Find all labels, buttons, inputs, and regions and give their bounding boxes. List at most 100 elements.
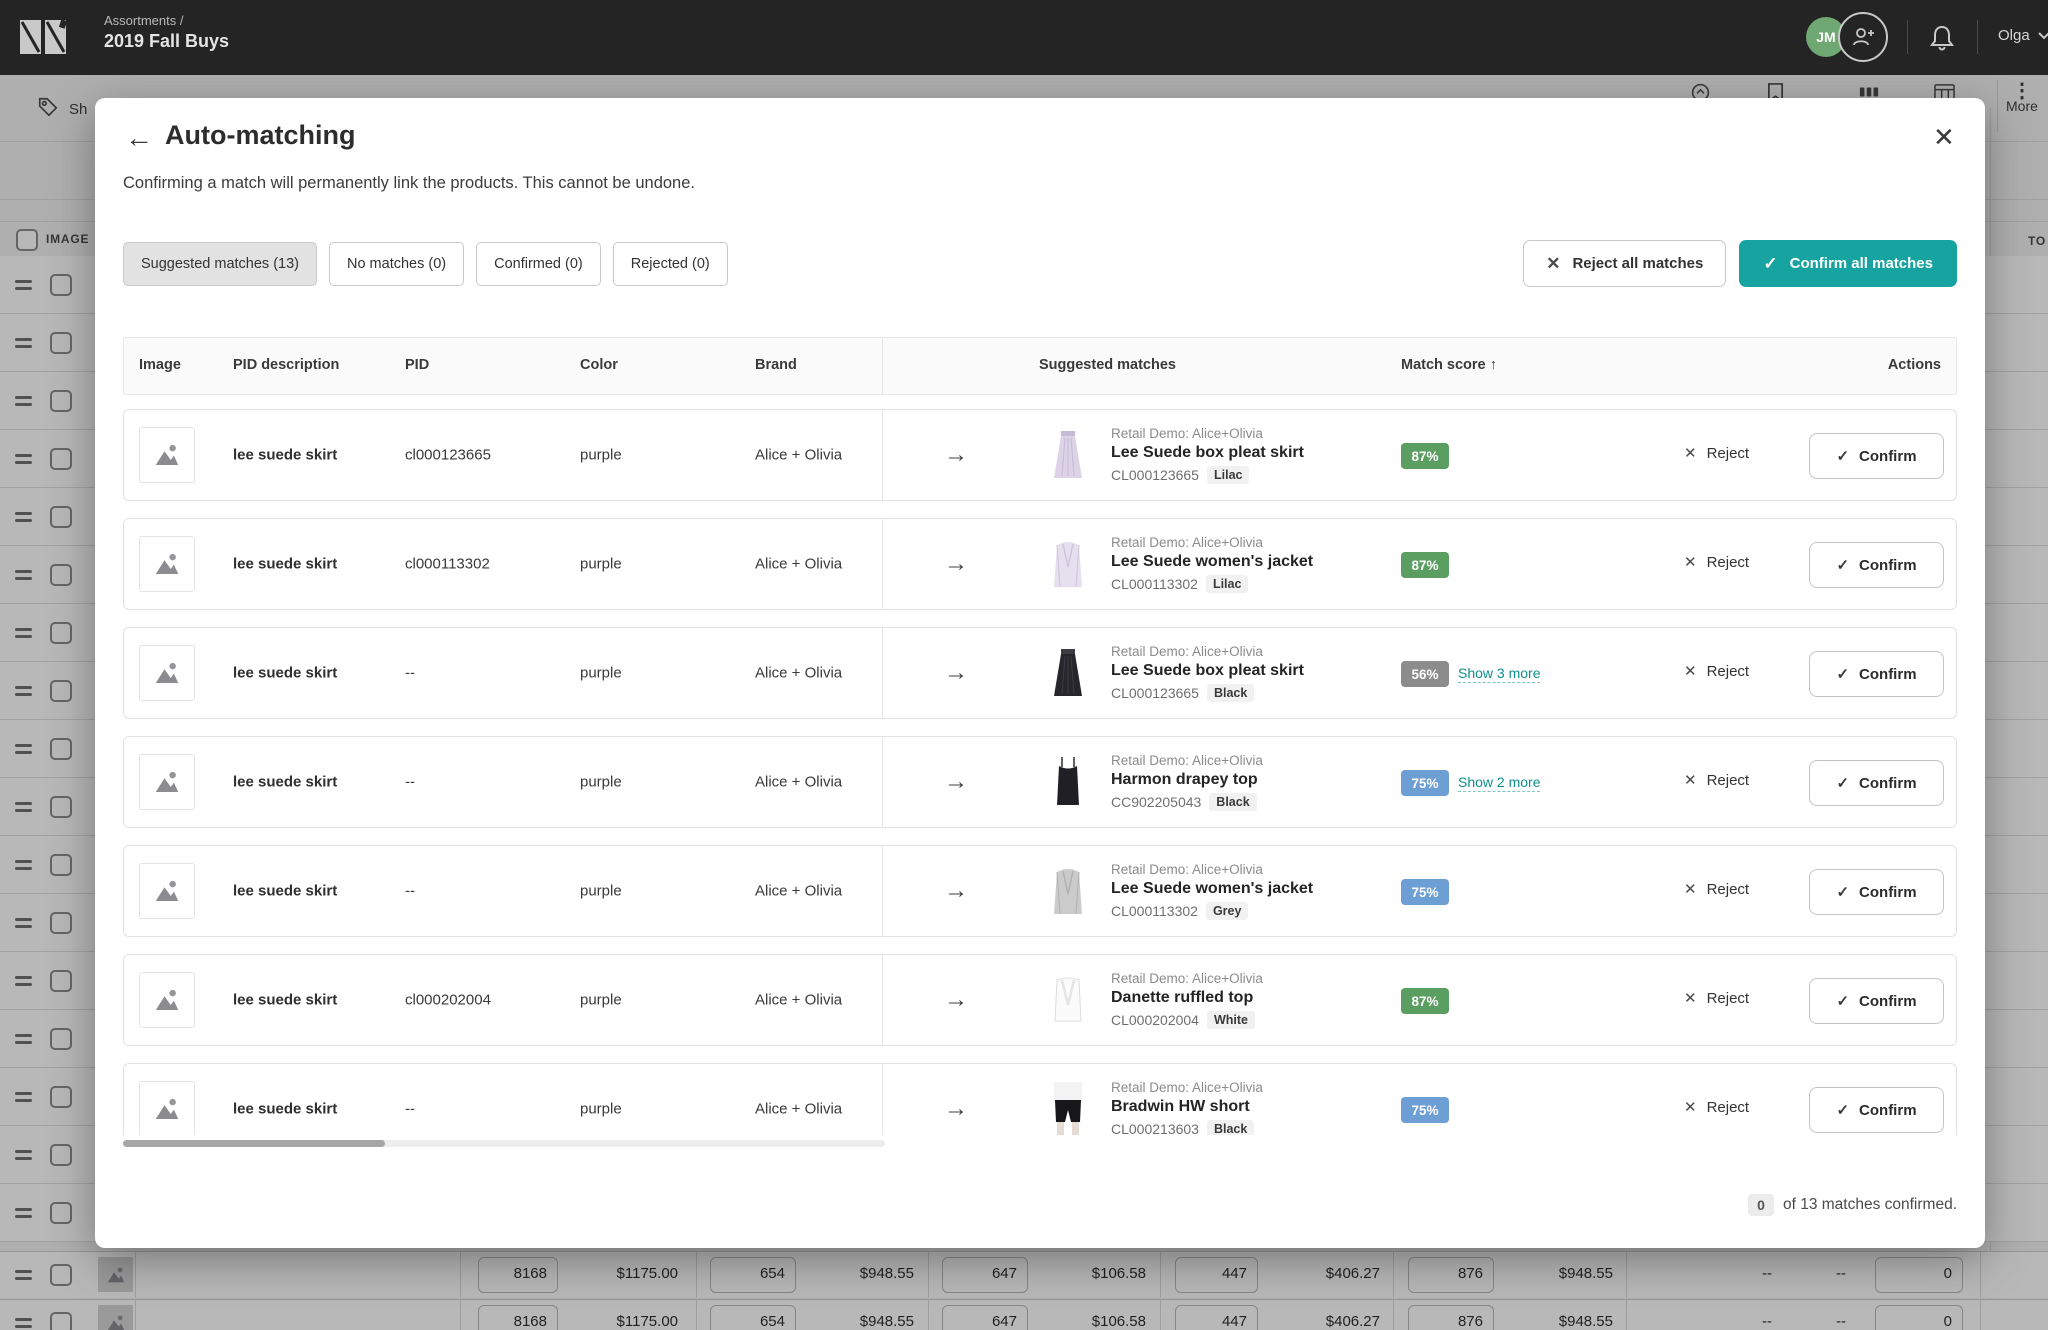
match-thumbnail [1049,537,1087,591]
match-retailer: Retail Demo: Alice+Olivia [1111,644,1396,659]
row-divider [882,846,883,936]
confirm-button[interactable]: ✓ Confirm [1809,542,1944,588]
x-icon: ✕ [1684,444,1697,462]
match-details: Retail Demo: Alice+Olivia Bradwin HW sho… [1111,1080,1396,1135]
row-divider [882,737,883,827]
notifications-bell-icon[interactable] [1928,23,1956,58]
x-icon: ✕ [1546,254,1560,274]
check-icon: ✓ [1836,992,1849,1010]
app-logo-icon[interactable] [18,16,70,63]
pid-cell: cl000123665 [405,447,491,464]
col-brand: Brand [755,357,797,373]
row-divider [882,410,883,500]
match-thumbnail [1049,646,1087,700]
col-color: Color [580,357,618,373]
match-details: Retail Demo: Alice+Olivia Lee Suede box … [1111,426,1396,484]
brand-cell: Alice + Olivia [755,774,842,791]
back-arrow-button[interactable]: ← [125,122,153,154]
color-cell: purple [580,883,622,900]
match-thumbnail [1049,1082,1087,1135]
match-row: lee suede skirt cl000113302 purple Alice… [123,518,1957,610]
match-code: CL000202004 [1111,1012,1199,1028]
match-details: Retail Demo: Alice+Olivia Danette ruffle… [1111,971,1396,1029]
match-score-badge: 87% [1401,552,1449,578]
show-more-link[interactable]: Show 3 more [1458,665,1540,683]
match-name: Lee Suede box pleat skirt [1111,444,1396,462]
confirmed-counter: 0 of 13 matches confirmed. [1748,1194,1957,1216]
match-row: lee suede skirt -- purple Alice + Olivia… [123,1063,1957,1135]
table-header: Image PID description PID Color Brand Su… [123,337,1957,395]
confirmed-count-badge: 0 [1748,1194,1774,1216]
match-retailer: Retail Demo: Alice+Olivia [1111,971,1396,986]
breadcrumb[interactable]: Assortments / [104,13,183,28]
match-color-chip: Black [1207,1120,1254,1135]
reject-button[interactable]: ✕ Reject [1684,771,1749,789]
match-retailer: Retail Demo: Alice+Olivia [1111,535,1396,550]
reject-button[interactable]: ✕ Reject [1684,880,1749,898]
pid-cell: -- [405,665,415,682]
brand-cell: Alice + Olivia [755,992,842,1009]
x-icon: ✕ [1684,771,1697,789]
brand-cell: Alice + Olivia [755,665,842,682]
match-code: CC902205043 [1111,794,1201,810]
product-image-placeholder [139,972,195,1028]
arrow-right-icon: → [944,877,968,905]
confirm-button[interactable]: ✓ Confirm [1809,760,1944,806]
confirm-button[interactable]: ✓ Confirm [1809,978,1944,1024]
close-icon[interactable]: ✕ [1933,122,1955,153]
check-icon: ✓ [1836,774,1849,792]
match-color-chip: Lilac [1207,466,1250,484]
col-suggested-matches: Suggested matches [1039,357,1176,373]
reject-button[interactable]: ✕ Reject [1684,1098,1749,1116]
pid-cell: cl000113302 [405,556,490,573]
reject-all-button[interactable]: ✕ Reject all matches [1523,240,1726,287]
filter-tab[interactable]: Suggested matches (13) [123,242,317,286]
pid-cell: cl000202004 [405,992,491,1009]
check-icon: ✓ [1836,1101,1849,1119]
match-score-badge: 87% [1401,443,1449,469]
match-details: Retail Demo: Alice+Olivia Lee Suede box … [1111,644,1396,702]
filter-tab[interactable]: Confirmed (0) [476,242,601,286]
match-score-badge: 75% [1401,879,1449,905]
product-image-placeholder [139,427,195,483]
row-divider [882,955,883,1045]
confirm-button[interactable]: ✓ Confirm [1809,869,1944,915]
show-more-link[interactable]: Show 2 more [1458,774,1540,792]
reject-button[interactable]: ✕ Reject [1684,989,1749,1007]
col-pid-description: PID description [233,357,339,373]
top-bar: Assortments / 2019 Fall Buys JM Olga [0,0,2048,75]
horizontal-scrollbar[interactable] [123,1140,885,1147]
arrow-right-icon: → [944,441,968,469]
row-divider [882,1064,883,1135]
col-match-score[interactable]: Match score ↑ [1401,357,1497,373]
reject-button[interactable]: ✕ Reject [1684,553,1749,571]
filter-tab[interactable]: No matches (0) [329,242,464,286]
color-cell: purple [580,992,622,1009]
scrollbar-thumb[interactable] [123,1140,385,1147]
add-user-button[interactable] [1838,12,1888,62]
match-thumbnail [1049,428,1087,482]
arrow-right-icon: → [944,986,968,1014]
confirm-all-button[interactable]: ✓ Confirm all matches [1739,240,1957,287]
match-color-chip: Black [1207,684,1254,702]
filter-tab[interactable]: Rejected (0) [613,242,728,286]
check-icon: ✓ [1836,883,1849,901]
match-score-badge: 56% [1401,661,1449,687]
match-color-chip: Lilac [1206,575,1249,593]
reject-button[interactable]: ✕ Reject [1684,662,1749,680]
user-menu[interactable]: Olga [1998,27,2048,44]
color-cell: purple [580,1101,622,1118]
brand-cell: Alice + Olivia [755,1101,842,1118]
match-row: lee suede skirt -- purple Alice + Olivia… [123,736,1957,828]
color-cell: purple [580,665,622,682]
match-name: Harmon drapey top [1111,771,1396,789]
confirm-button[interactable]: ✓ Confirm [1809,433,1944,479]
confirm-button[interactable]: ✓ Confirm [1809,1087,1944,1133]
col-image: Image [139,357,181,373]
match-details: Retail Demo: Alice+Olivia Lee Suede wome… [1111,862,1396,920]
match-row: lee suede skirt cl000123665 purple Alice… [123,409,1957,501]
reject-button[interactable]: ✕ Reject [1684,444,1749,462]
match-retailer: Retail Demo: Alice+Olivia [1111,753,1396,768]
confirm-button[interactable]: ✓ Confirm [1809,651,1944,697]
pid-cell: -- [405,883,415,900]
